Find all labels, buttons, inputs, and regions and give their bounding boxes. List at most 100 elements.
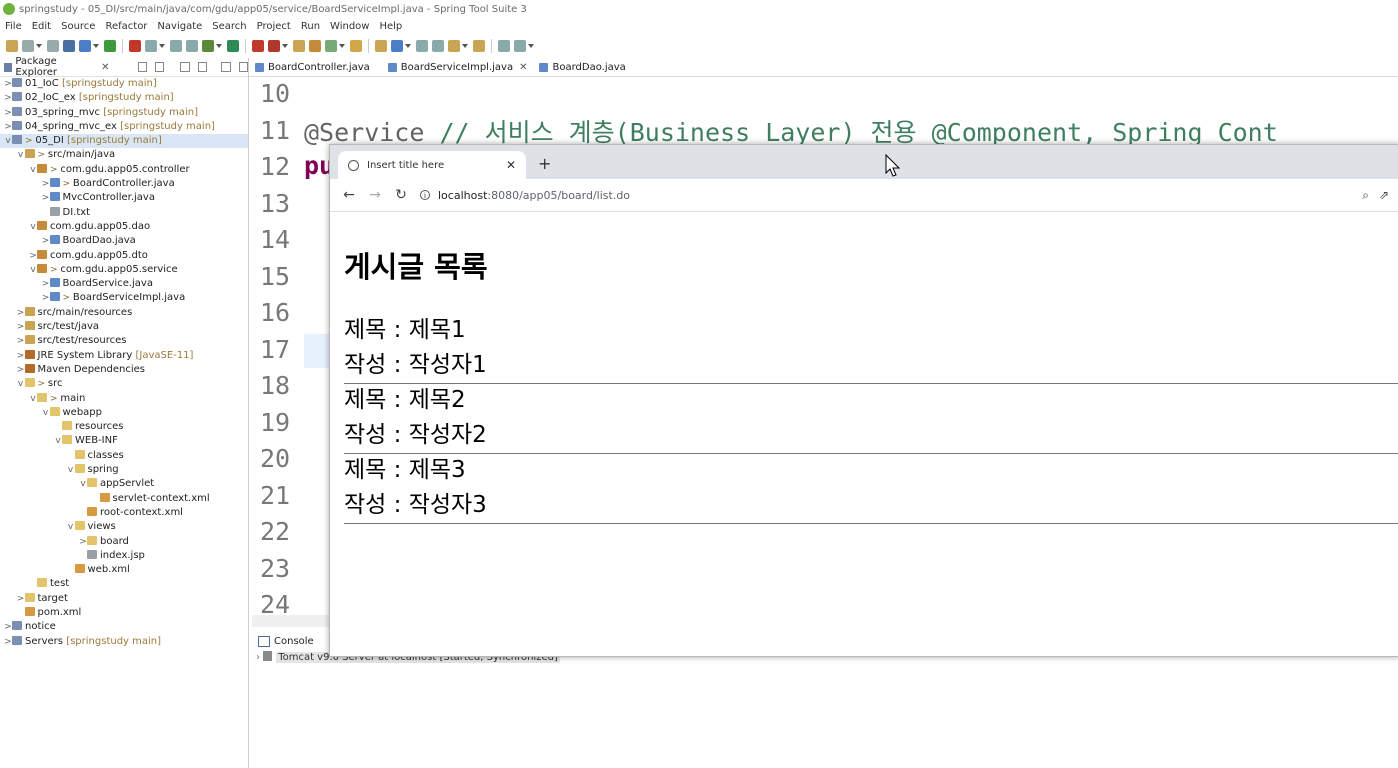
toolbar-button-icon[interactable] — [350, 40, 362, 52]
tree-item[interactable]: DI.txt — [0, 206, 248, 220]
tree-item[interactable]: > JRE System Library [JavaSE-11] — [0, 349, 248, 363]
collapse-all-icon[interactable] — [137, 62, 147, 72]
collapsed-chevron-icon[interactable]: > — [79, 535, 87, 549]
toolbar-button-icon[interactable] — [416, 40, 428, 52]
toolbar-button-icon[interactable] — [391, 40, 403, 52]
toolbar-button-icon[interactable] — [79, 40, 91, 52]
toolbar-dropdown-icon[interactable] — [159, 44, 165, 48]
collapsed-chevron-icon[interactable]: > — [42, 177, 50, 191]
collapsed-chevron-icon[interactable]: > — [4, 635, 12, 649]
tree-item[interactable]: > BoardService.java — [0, 277, 248, 291]
tree-item[interactable]: >03_spring_mvc [springstudy main] — [0, 106, 248, 120]
collapsed-chevron-icon[interactable]: > — [4, 106, 12, 120]
toolbar-button-icon[interactable] — [22, 40, 34, 52]
tree-item[interactable]: web.xml — [0, 563, 248, 577]
toolbar-button-icon[interactable] — [104, 40, 116, 52]
menu-item-refactor[interactable]: Refactor — [100, 21, 152, 32]
toolbar-button-icon[interactable] — [252, 40, 264, 52]
collapsed-chevron-icon[interactable]: > — [42, 291, 50, 305]
toolbar-button-icon[interactable] — [227, 40, 239, 52]
collapsed-chevron-icon[interactable]: > — [4, 91, 12, 105]
toolbar-button-icon[interactable] — [293, 40, 305, 52]
expanded-chevron-icon[interactable]: v — [42, 406, 50, 420]
expanded-chevron-icon[interactable]: v — [67, 520, 75, 534]
tree-item[interactable]: > > BoardServiceImpl.java — [0, 291, 248, 305]
toolbar-dropdown-icon[interactable] — [93, 44, 99, 48]
tree-item[interactable]: index.jsp — [0, 549, 248, 563]
toolbar-button-icon[interactable] — [129, 40, 141, 52]
menu-item-run[interactable]: Run — [296, 21, 325, 32]
toolbar-button-icon[interactable] — [202, 40, 214, 52]
close-view-icon[interactable]: ✕ — [101, 62, 109, 73]
close-editor-icon[interactable]: ✕ — [519, 62, 527, 73]
menu-item-help[interactable]: Help — [374, 21, 407, 32]
collapsed-chevron-icon[interactable]: > — [17, 306, 25, 320]
console-tab[interactable]: Console — [274, 636, 314, 647]
collapsed-chevron-icon[interactable]: > — [17, 334, 25, 348]
filter-icon[interactable] — [180, 62, 190, 72]
expanded-chevron-icon[interactable]: v — [29, 392, 37, 406]
tree-item[interactable]: v WEB-INF — [0, 434, 248, 448]
toolbar-dropdown-icon[interactable] — [462, 44, 468, 48]
url-field[interactable]: i localhost:8080/app05/board/list.do — [420, 183, 1353, 207]
collapsed-chevron-icon[interactable]: > — [17, 592, 25, 606]
tree-item[interactable]: > src/test/resources — [0, 334, 248, 348]
tree-item[interactable]: > board — [0, 535, 248, 549]
menu-item-search[interactable]: Search — [207, 21, 251, 32]
toolbar-dropdown-icon[interactable] — [282, 44, 288, 48]
expanded-chevron-icon[interactable]: v — [54, 434, 62, 448]
expanded-chevron-icon[interactable]: v — [29, 163, 37, 177]
toolbar-button-icon[interactable] — [375, 40, 387, 52]
tree-item[interactable]: >04_spring_mvc_ex [springstudy main] — [0, 120, 248, 134]
toolbar-button-icon[interactable] — [473, 40, 485, 52]
editor-tab[interactable]: BoardDao.java — [533, 58, 637, 76]
toolbar-button-icon[interactable] — [6, 40, 18, 52]
expanded-chevron-icon[interactable]: v — [17, 148, 25, 162]
toolbar-button-icon[interactable] — [514, 40, 526, 52]
collapsed-chevron-icon[interactable]: > — [17, 320, 25, 334]
expanded-chevron-icon[interactable]: v — [67, 463, 75, 477]
tree-item[interactable]: > com.gdu.app05.dto — [0, 249, 248, 263]
toolbar-button-icon[interactable] — [63, 40, 75, 52]
zoom-icon[interactable]: ⌕ — [1362, 188, 1369, 203]
toolbar-dropdown-icon[interactable] — [36, 44, 42, 48]
toolbar-button-icon[interactable] — [268, 40, 280, 52]
tree-item[interactable]: > BoardDao.java — [0, 234, 248, 248]
tree-item[interactable]: v com.gdu.app05.dao — [0, 220, 248, 234]
menu-item-file[interactable]: File — [0, 21, 27, 32]
toolbar-dropdown-icon[interactable] — [216, 44, 222, 48]
toolbar-button-icon[interactable] — [309, 40, 321, 52]
editor-tab[interactable]: BoardController.java — [249, 58, 382, 76]
menu-item-edit[interactable]: Edit — [27, 21, 56, 32]
tree-item[interactable]: > Servers [springstudy main] — [0, 635, 248, 649]
browser-tab[interactable]: Insert title here ✕ — [338, 151, 526, 179]
menu-item-project[interactable]: Project — [252, 21, 296, 32]
forward-button[interactable]: → — [368, 187, 382, 203]
toolbar-dropdown-icon[interactable] — [405, 44, 411, 48]
expanded-chevron-icon[interactable]: v — [4, 134, 12, 148]
collapsed-chevron-icon[interactable]: > — [42, 234, 50, 248]
tree-item[interactable]: > Maven Dependencies — [0, 363, 248, 377]
link-with-editor-icon[interactable] — [154, 62, 165, 72]
tree-item[interactable]: v > src — [0, 377, 248, 391]
collapsed-chevron-icon[interactable]: > — [4, 120, 12, 134]
toolbar-button-icon[interactable] — [145, 40, 157, 52]
tree-item[interactable]: > src/main/resources — [0, 306, 248, 320]
collapsed-chevron-icon[interactable]: > — [42, 191, 50, 205]
tree-item[interactable]: >02_IoC_ex [springstudy main] — [0, 91, 248, 105]
minimize-view-icon[interactable] — [221, 62, 231, 72]
toolbar-dropdown-icon[interactable] — [528, 44, 534, 48]
tree-item[interactable]: resources — [0, 420, 248, 434]
tree-item[interactable]: test — [0, 577, 248, 591]
expanded-chevron-icon[interactable]: v — [29, 263, 37, 277]
toolbar-button-icon[interactable] — [47, 40, 59, 52]
tree-item[interactable]: v > com.gdu.app05.service — [0, 263, 248, 277]
toolbar-button-icon[interactable] — [186, 40, 198, 52]
tree-item[interactable]: > > BoardController.java — [0, 177, 248, 191]
back-button[interactable]: ← — [342, 187, 356, 203]
toolbar-button-icon[interactable] — [432, 40, 444, 52]
menu-item-source[interactable]: Source — [56, 21, 100, 32]
editor-tab[interactable]: BoardServiceImpl.java ✕ — [381, 58, 534, 76]
expanded-chevron-icon[interactable]: v — [79, 477, 87, 491]
toolbar-dropdown-icon[interactable] — [339, 44, 345, 48]
